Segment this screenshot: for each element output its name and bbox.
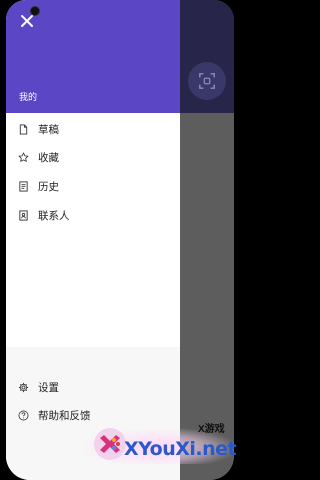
menu-item-label: 联系人 (38, 209, 70, 222)
menu-item-label: 草稿 (38, 123, 59, 136)
gear-icon (18, 382, 29, 393)
menu-item-history[interactable]: 历史 (6, 173, 180, 199)
drawer-title: 我的 (19, 92, 38, 102)
close-icon[interactable] (18, 12, 36, 30)
menu-item-label: 收藏 (38, 151, 59, 164)
contacts-icon (18, 209, 29, 221)
menu-item-settings[interactable]: 设置 (6, 374, 180, 400)
menu-item-contacts[interactable]: 联系人 (6, 202, 180, 228)
scan-button[interactable] (188, 62, 226, 100)
site-watermark: X游戏 XYouXi.net (84, 418, 237, 466)
menu-item-favorites[interactable]: 收藏 (6, 144, 180, 170)
watermark-site: XYouXi.net (124, 438, 237, 460)
watermark-tag: X游戏 (198, 424, 225, 435)
history-icon (18, 180, 29, 192)
scan-icon (199, 73, 215, 89)
menu-item-label: 设置 (38, 381, 59, 394)
navigation-drawer: 我的 草稿 收藏 历史 联系人 设置 帮助和反馈 (6, 0, 180, 480)
menu-item-label: 帮助和反馈 (38, 409, 91, 422)
menu-item-drafts[interactable]: 草稿 (6, 116, 180, 142)
gamepad-logo-icon (94, 428, 126, 460)
menu-item-label: 历史 (38, 180, 59, 193)
draft-icon (18, 123, 29, 135)
star-icon (18, 152, 29, 163)
help-icon (18, 410, 29, 421)
drawer-header: 我的 (6, 0, 180, 113)
phone-screen: 我的 草稿 收藏 历史 联系人 设置 帮助和反馈 (6, 0, 234, 480)
